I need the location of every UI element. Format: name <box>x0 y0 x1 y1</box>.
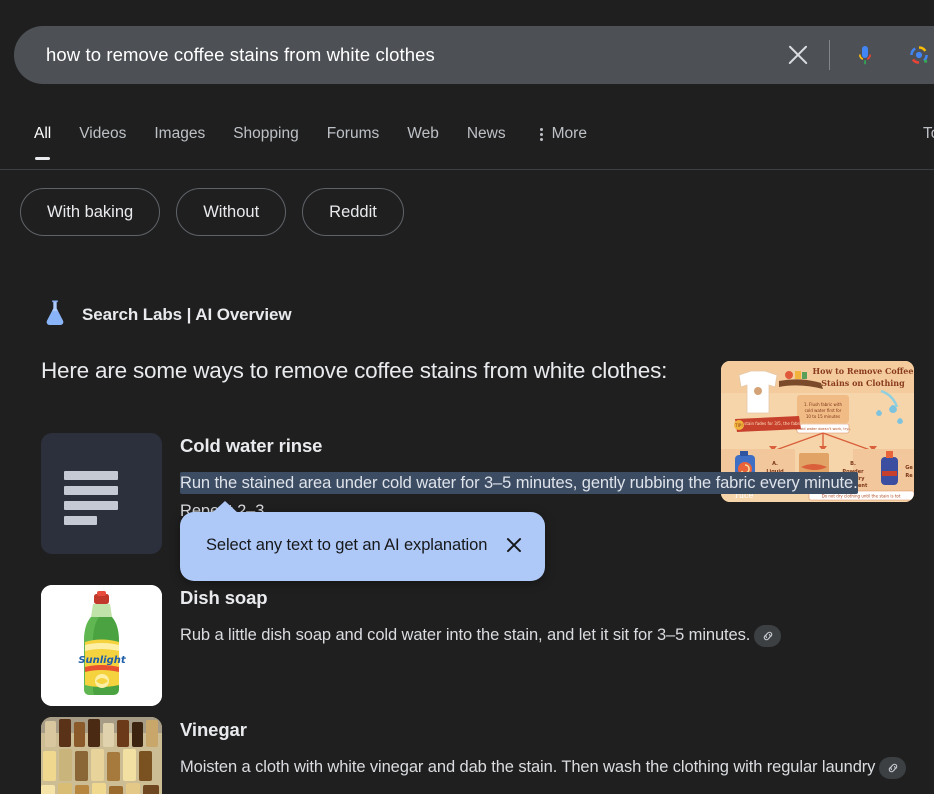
svg-text:TIP!: TIP! <box>734 423 743 428</box>
item-title-cold-water-rinse: Cold water rinse <box>180 435 323 456</box>
svg-text:If cold water doesn't work, tr: If cold water doesn't work, try... <box>795 427 852 431</box>
item-thumbnail-dish-soap[interactable]: Sunlight <box>41 585 162 706</box>
tab-images[interactable]: Images <box>154 124 205 158</box>
svg-text:How to Remove Coffee: How to Remove Coffee <box>813 366 914 376</box>
citation-link-icon[interactable] <box>879 756 907 779</box>
svg-text:Sunlight: Sunlight <box>78 655 127 666</box>
microphone-icon[interactable] <box>852 42 878 68</box>
chip-without[interactable]: Without <box>176 188 287 236</box>
ai-explanation-tooltip: Select any text to get an AI explanation <box>180 501 545 581</box>
search-bar-container: how to remove coffee stains from white c… <box>14 26 934 84</box>
search-bar[interactable]: how to remove coffee stains from white c… <box>14 26 934 84</box>
tab-videos[interactable]: Videos <box>79 124 126 158</box>
tools-button[interactable]: Too <box>923 124 934 144</box>
item-text-body: Moisten a cloth with white vinegar and d… <box>180 758 876 776</box>
more-label: More <box>551 125 587 142</box>
clear-icon[interactable] <box>785 42 811 68</box>
selected-text[interactable]: Run the stained area under cold water fo… <box>180 472 858 494</box>
close-icon[interactable] <box>503 534 525 556</box>
svg-text:10 to 15 minutes: 10 to 15 minutes <box>806 414 840 419</box>
svg-text:Re: Re <box>905 473 913 479</box>
svg-text:Ge: Ge <box>905 465 913 471</box>
item-text-body: Rub a little dish soap and cold water in… <box>180 626 751 644</box>
search-input[interactable]: how to remove coffee stains from white c… <box>46 44 435 66</box>
item-thumbnail-vinegar[interactable] <box>41 717 162 794</box>
item-content: Vinegar Moisten a cloth with white vineg… <box>180 717 934 794</box>
item-thumbnail-document[interactable] <box>41 433 162 554</box>
tab-forums[interactable]: Forums <box>327 124 380 158</box>
tab-news[interactable]: News <box>467 124 506 158</box>
result-type-tabs: All Videos Images Shopping Forums Web Ne… <box>0 124 934 170</box>
ai-overview-item: Vinegar Moisten a cloth with white vineg… <box>41 717 934 794</box>
svg-text:1. Flush fabric with: 1. Flush fabric with <box>804 402 843 407</box>
search-labs-header: Search Labs | AI Overview <box>42 298 292 331</box>
item-title-dish-soap: Dish soap <box>180 587 268 608</box>
search-labs-label: Search Labs | AI Overview <box>82 304 292 324</box>
filter-chips: With baking Without Reddit <box>20 188 404 236</box>
citation-link-icon[interactable] <box>754 624 782 647</box>
tab-all[interactable]: All <box>34 124 51 160</box>
chip-reddit[interactable]: Reddit <box>302 188 404 236</box>
tooltip-message: Select any text to get an AI explanation <box>206 536 488 554</box>
item-title-vinegar: Vinegar <box>180 719 247 740</box>
lens-icon[interactable] <box>906 42 932 68</box>
tab-shopping[interactable]: Shopping <box>233 124 299 158</box>
svg-text:cold water first for: cold water first for <box>805 408 842 413</box>
item-content: Dish soap Rub a little dish soap and col… <box>180 585 920 706</box>
kebab-menu-icon <box>539 127 543 141</box>
search-divider <box>829 40 830 70</box>
ai-overview-heading: Here are some ways to remove coffee stai… <box>41 358 668 383</box>
more-tabs-button[interactable]: More <box>539 124 587 158</box>
ai-overview-item: Sunlight Dish soap Rub a little dish soa… <box>41 585 920 706</box>
flask-icon <box>42 298 68 331</box>
svg-text:Stains on Clothing: Stains on Clothing <box>821 378 905 388</box>
tab-web[interactable]: Web <box>407 124 439 158</box>
svg-text:The stain fades for 3/5, the f: The stain fades for 3/5, the fabric <box>735 421 803 426</box>
item-text-vinegar: Moisten a cloth with white vinegar and d… <box>180 753 934 781</box>
item-text-dish-soap: Rub a little dish soap and cold water in… <box>180 621 920 649</box>
chip-with-baking[interactable]: With baking <box>20 188 161 236</box>
